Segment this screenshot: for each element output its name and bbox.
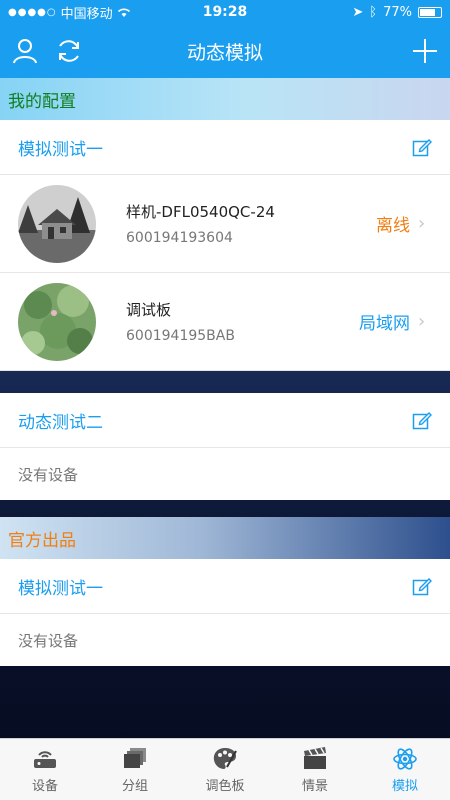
group-header[interactable]: 模拟测试一 [0, 120, 450, 175]
page-title: 动态模拟 [186, 41, 263, 64]
edit-icon[interactable] [412, 576, 432, 596]
device-row[interactable]: 调试板 600194195BAB 局域网 › [0, 273, 450, 371]
device-status: 离线 [376, 216, 410, 236]
empty-group-text: 没有设备 [18, 631, 79, 650]
tab-scenes[interactable]: 情景 [270, 739, 360, 800]
tab-label: 分组 [121, 779, 148, 794]
edit-icon[interactable] [412, 137, 432, 157]
group-header[interactable]: 模拟测试一 [0, 559, 450, 614]
group-name: 模拟测试一 [18, 139, 103, 160]
group-name: 模拟测试一 [18, 578, 103, 599]
tab-label: 设备 [31, 779, 58, 794]
chevron-right-icon: › [418, 311, 426, 332]
atom-icon [393, 748, 417, 770]
device-row[interactable]: 样机-DFL0540QC-24 600194193604 离线 › [0, 175, 450, 273]
tab-palette[interactable]: 调色板 [180, 739, 270, 800]
section-header-official: 官方出品 [0, 517, 450, 559]
group-card: 动态测试二 没有设备 [0, 393, 450, 500]
tab-label: 情景 [301, 779, 328, 794]
group-card: 模拟测试一 样机-DFL0540QC-24 600194193604 离线 › [0, 120, 450, 371]
device-avatar [18, 282, 96, 361]
tab-devices[interactable]: 设备 [0, 739, 90, 800]
section-header-my-config: 我的配置 [0, 78, 450, 120]
chevron-right-icon: › [418, 213, 426, 234]
device-avatar [18, 184, 96, 263]
top-bar: ●●●●○ 中国移动 19:28 ➤ ᛒ 77% 动态模拟 [0, 0, 450, 78]
device-id: 600194195BAB [126, 328, 235, 344]
stack-icon [124, 748, 146, 768]
device-status: 局域网 [359, 314, 410, 334]
router-icon [34, 751, 56, 768]
palette-icon [213, 748, 237, 769]
device-name: 样机-DFL0540QC-24 [126, 203, 275, 221]
battery-icon [418, 6, 442, 18]
tab-label: 模拟 [391, 779, 418, 794]
device-id: 600194193604 [126, 230, 233, 246]
tab-simulation[interactable]: 模拟 [360, 739, 450, 800]
tab-groups[interactable]: 分组 [90, 739, 180, 800]
group-header[interactable]: 动态测试二 [0, 393, 450, 448]
group-card: 模拟测试一 没有设备 [0, 559, 450, 666]
status-bar: ●●●●○ 中国移动 19:28 ➤ ᛒ 77% [0, 0, 450, 24]
group-name: 动态测试二 [18, 412, 103, 433]
clapperboard-icon [304, 747, 326, 769]
empty-group-text: 没有设备 [18, 465, 79, 484]
device-name: 调试板 [126, 301, 172, 319]
tab-label: 调色板 [205, 779, 245, 794]
edit-icon[interactable] [412, 410, 432, 430]
add-icon[interactable] [410, 36, 440, 66]
tab-bar: 设备 分组 调色板 情景 模拟 [0, 738, 450, 800]
clock: 19:28 [202, 4, 248, 20]
